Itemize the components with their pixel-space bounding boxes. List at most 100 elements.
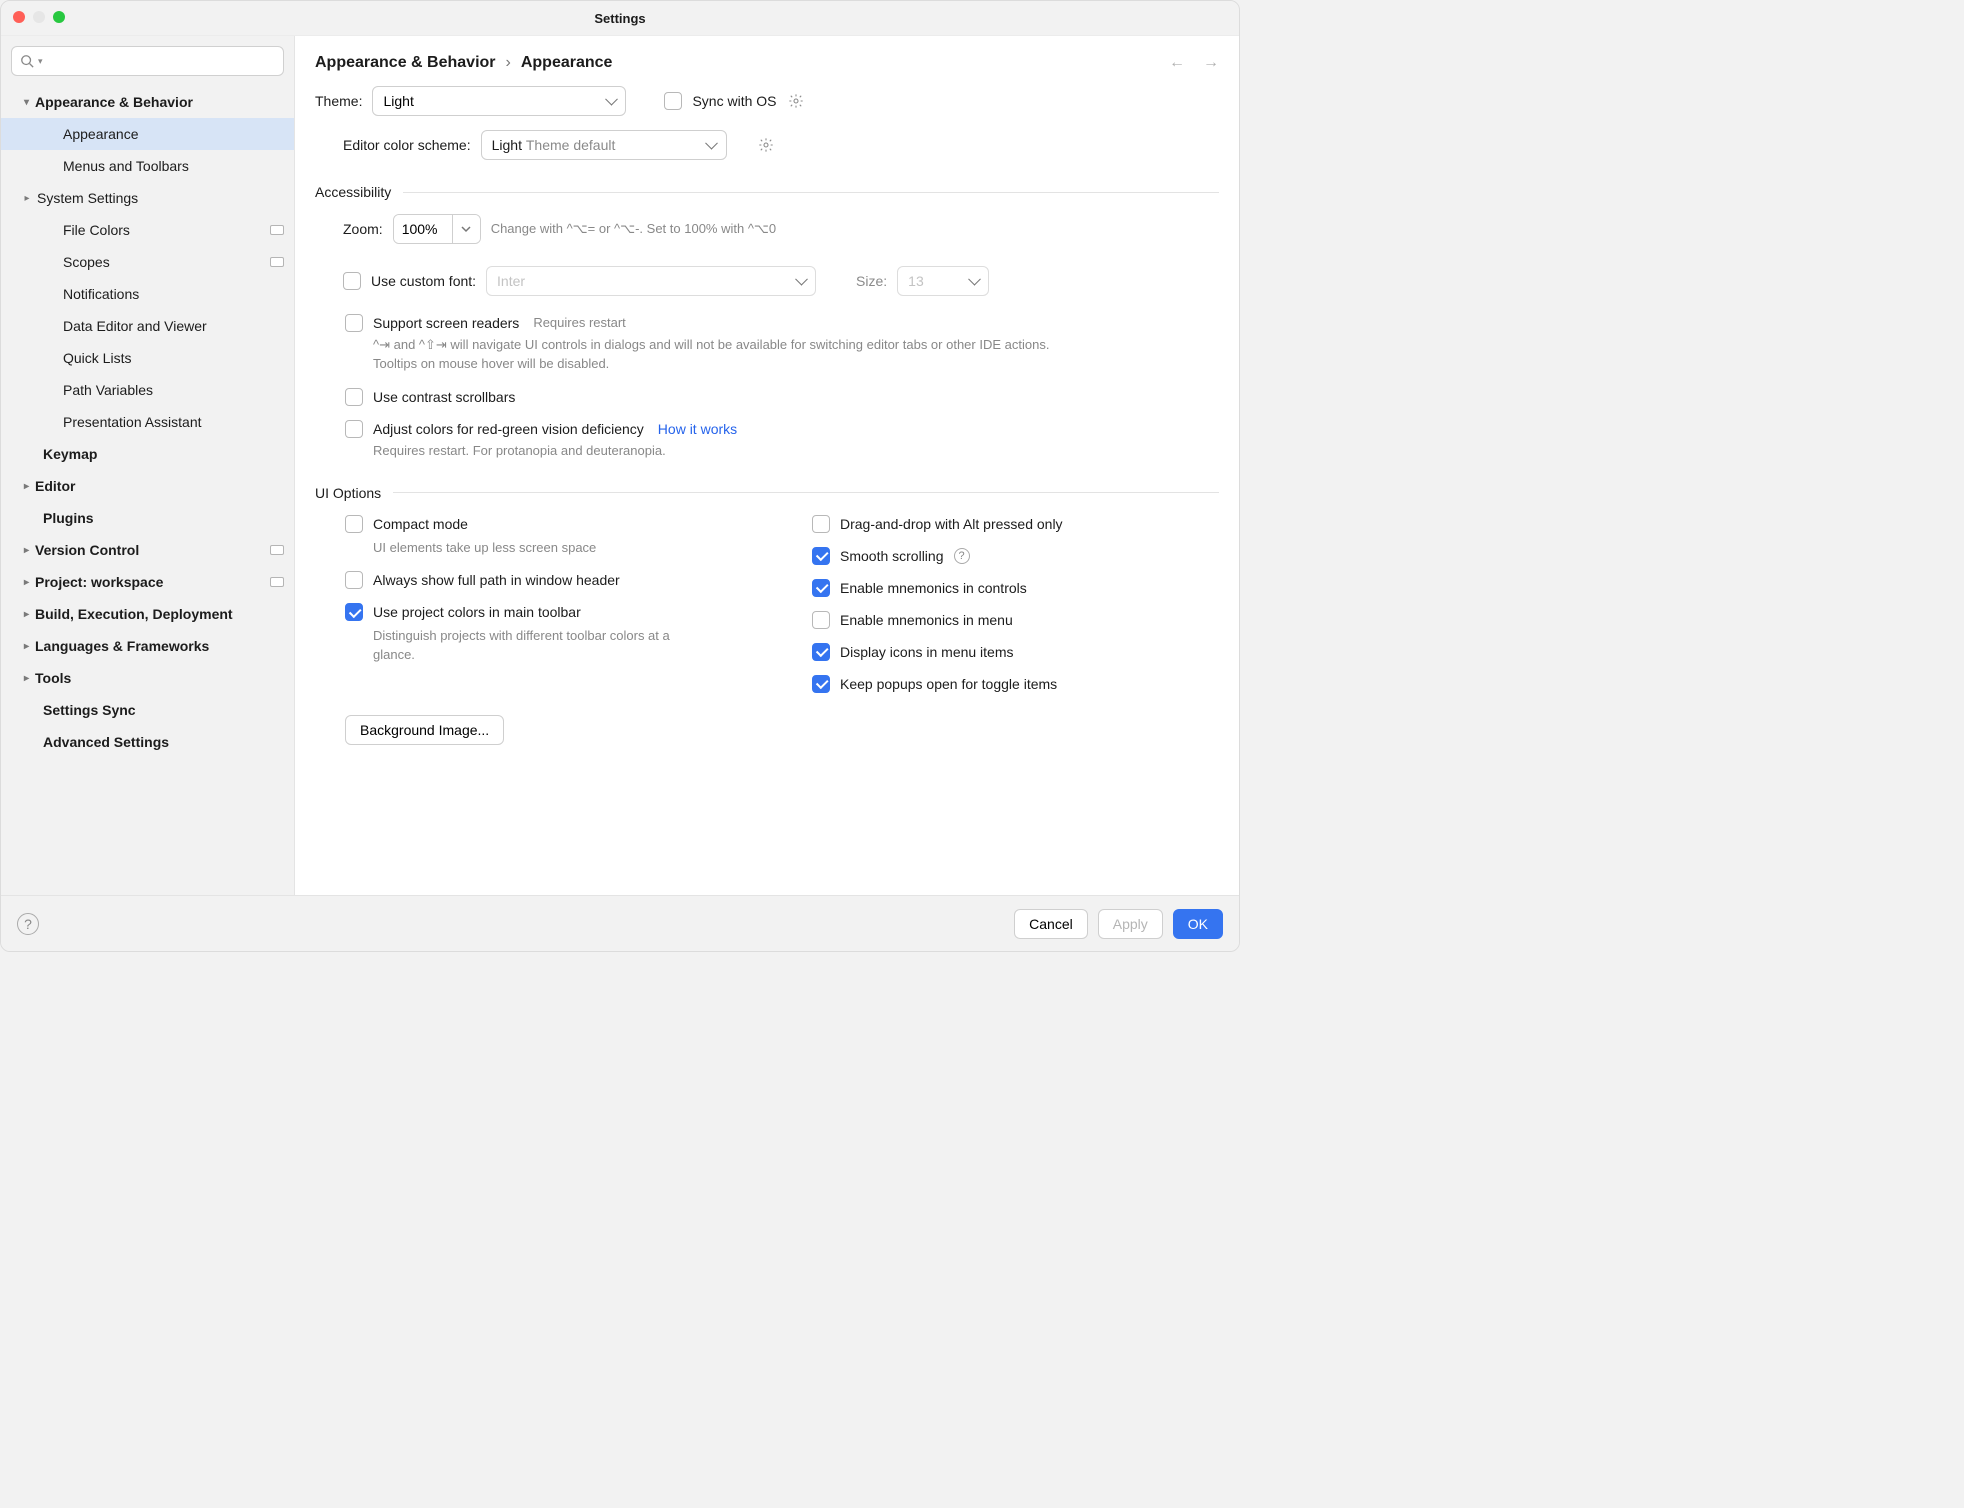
sidebar-item[interactable]: Presentation Assistant bbox=[1, 406, 294, 438]
help-icon[interactable]: ? bbox=[17, 913, 39, 935]
sidebar-item-label: Appearance & Behavior bbox=[35, 94, 284, 110]
ui-options-header: UI Options bbox=[315, 485, 381, 501]
chevron-right-icon[interactable]: ▸ bbox=[1, 545, 35, 556]
contrast-scrollbars-checkbox[interactable] bbox=[345, 388, 363, 406]
screen-readers-description: ^⇥ and ^⇧⇥ will navigate UI controls in … bbox=[373, 336, 1053, 374]
option-checkbox[interactable] bbox=[812, 675, 830, 693]
titlebar: Settings bbox=[1, 1, 1239, 35]
sync-settings-gear-icon[interactable] bbox=[787, 92, 805, 110]
editor-scheme-label: Editor color scheme: bbox=[343, 137, 471, 153]
sidebar-item[interactable]: ▸System Settings bbox=[1, 182, 294, 214]
sidebar-item[interactable]: Notifications bbox=[1, 278, 294, 310]
sidebar-item[interactable]: Scopes bbox=[1, 246, 294, 278]
chevron-right-icon[interactable]: ▸ bbox=[17, 193, 37, 204]
sidebar-item-label: System Settings bbox=[37, 190, 284, 206]
breadcrumb-current: Appearance bbox=[521, 54, 613, 72]
apply-button[interactable]: Apply bbox=[1098, 909, 1163, 939]
breadcrumb-separator: › bbox=[506, 54, 511, 72]
option-checkbox[interactable] bbox=[345, 571, 363, 589]
sidebar-item-label: Build, Execution, Deployment bbox=[35, 606, 284, 622]
help-icon[interactable]: ? bbox=[954, 548, 970, 564]
option-checkbox[interactable] bbox=[812, 611, 830, 629]
option-label: Enable mnemonics in controls bbox=[840, 580, 1027, 596]
sidebar-item[interactable]: File Colors bbox=[1, 214, 294, 246]
sidebar-item-label: Plugins bbox=[43, 510, 284, 526]
project-scope-badge-icon bbox=[270, 257, 284, 267]
window-title: Settings bbox=[594, 11, 645, 26]
project-scope-badge-icon bbox=[270, 225, 284, 235]
project-scope-badge-icon bbox=[270, 577, 284, 587]
background-image-button[interactable]: Background Image... bbox=[345, 715, 504, 745]
divider bbox=[393, 492, 1219, 493]
search-field[interactable]: ▾ bbox=[11, 46, 284, 76]
settings-tree[interactable]: ▾Appearance & BehaviorAppearanceMenus an… bbox=[1, 86, 294, 895]
breadcrumb-parent: Appearance & Behavior bbox=[315, 54, 496, 72]
option-checkbox[interactable] bbox=[812, 579, 830, 597]
search-input[interactable] bbox=[47, 53, 275, 70]
sidebar-item-label: Quick Lists bbox=[63, 350, 284, 366]
sidebar-item[interactable]: Appearance bbox=[1, 118, 294, 150]
dropdown-icon[interactable]: ▾ bbox=[38, 56, 43, 67]
sidebar-item[interactable]: Plugins bbox=[1, 502, 294, 534]
editor-scheme-gear-icon[interactable] bbox=[757, 136, 775, 154]
color-deficiency-description: Requires restart. For protanopia and deu… bbox=[373, 442, 737, 461]
chevron-right-icon[interactable]: ▸ bbox=[1, 641, 35, 652]
sidebar-item-label: Languages & Frameworks bbox=[35, 638, 284, 654]
sidebar-item[interactable]: Data Editor and Viewer bbox=[1, 310, 294, 342]
chevron-down-icon[interactable]: ▾ bbox=[1, 97, 35, 108]
maximize-window-button[interactable] bbox=[53, 11, 65, 23]
option-checkbox[interactable] bbox=[345, 515, 363, 533]
screen-readers-checkbox[interactable] bbox=[345, 314, 363, 332]
option-checkbox[interactable] bbox=[812, 515, 830, 533]
sidebar-item[interactable]: Settings Sync bbox=[1, 694, 294, 726]
color-deficiency-link[interactable]: How it works bbox=[658, 420, 737, 438]
sidebar-item-label: Path Variables bbox=[63, 382, 284, 398]
sidebar-item-label: File Colors bbox=[63, 222, 270, 238]
zoom-input[interactable] bbox=[393, 214, 481, 244]
sidebar-item-label: Advanced Settings bbox=[43, 734, 284, 750]
sidebar-item[interactable]: ▸Languages & Frameworks bbox=[1, 630, 294, 662]
font-size-select[interactable]: 13 bbox=[897, 266, 989, 296]
sidebar-item[interactable]: ▸Project: workspace bbox=[1, 566, 294, 598]
chevron-right-icon[interactable]: ▸ bbox=[1, 577, 35, 588]
content-area: Theme: Light Sync with OS Editor color s… bbox=[295, 86, 1239, 895]
sidebar-item[interactable]: Keymap bbox=[1, 438, 294, 470]
sidebar-item[interactable]: Quick Lists bbox=[1, 342, 294, 374]
sidebar-item[interactable]: ▸Build, Execution, Deployment bbox=[1, 598, 294, 630]
sidebar-item[interactable]: ▸Tools bbox=[1, 662, 294, 694]
contrast-scrollbars-label: Use contrast scrollbars bbox=[373, 388, 515, 406]
editor-scheme-select[interactable]: Light Theme default bbox=[481, 130, 727, 160]
sidebar-item[interactable]: ▾Appearance & Behavior bbox=[1, 86, 294, 118]
option-label: Use project colors in main toolbar bbox=[373, 604, 581, 620]
zoom-dropdown-button[interactable] bbox=[452, 215, 480, 243]
theme-select[interactable]: Light bbox=[372, 86, 626, 116]
nav-back-icon[interactable]: ← bbox=[1169, 54, 1185, 72]
option-label: Drag-and-drop with Alt pressed only bbox=[840, 516, 1063, 532]
option-checkbox[interactable] bbox=[812, 643, 830, 661]
ok-button[interactable]: OK bbox=[1173, 909, 1223, 939]
option-checkbox[interactable] bbox=[345, 603, 363, 621]
cancel-button[interactable]: Cancel bbox=[1014, 909, 1088, 939]
sidebar-item[interactable]: Path Variables bbox=[1, 374, 294, 406]
chevron-right-icon[interactable]: ▸ bbox=[1, 673, 35, 684]
sidebar-item[interactable]: Menus and Toolbars bbox=[1, 150, 294, 182]
sidebar-item-label: Settings Sync bbox=[43, 702, 284, 718]
sync-with-os-checkbox[interactable] bbox=[664, 92, 682, 110]
window-controls bbox=[13, 11, 65, 23]
chevron-right-icon[interactable]: ▸ bbox=[1, 609, 35, 620]
close-window-button[interactable] bbox=[13, 11, 25, 23]
sidebar-item[interactable]: ▸Version Control bbox=[1, 534, 294, 566]
sidebar-item-label: Data Editor and Viewer bbox=[63, 318, 284, 334]
option-label: Smooth scrolling bbox=[840, 548, 944, 564]
zoom-value-input[interactable] bbox=[394, 215, 452, 243]
sync-with-os-label: Sync with OS bbox=[692, 93, 776, 109]
color-deficiency-checkbox[interactable] bbox=[345, 420, 363, 438]
chevron-right-icon[interactable]: ▸ bbox=[1, 481, 35, 492]
use-custom-font-checkbox[interactable] bbox=[343, 272, 361, 290]
sidebar-item[interactable]: ▸Editor bbox=[1, 470, 294, 502]
option-checkbox[interactable] bbox=[812, 547, 830, 565]
nav-forward-icon[interactable]: → bbox=[1203, 54, 1219, 72]
custom-font-select[interactable]: Inter bbox=[486, 266, 816, 296]
sidebar-item[interactable]: Advanced Settings bbox=[1, 726, 294, 758]
minimize-window-button[interactable] bbox=[33, 11, 45, 23]
